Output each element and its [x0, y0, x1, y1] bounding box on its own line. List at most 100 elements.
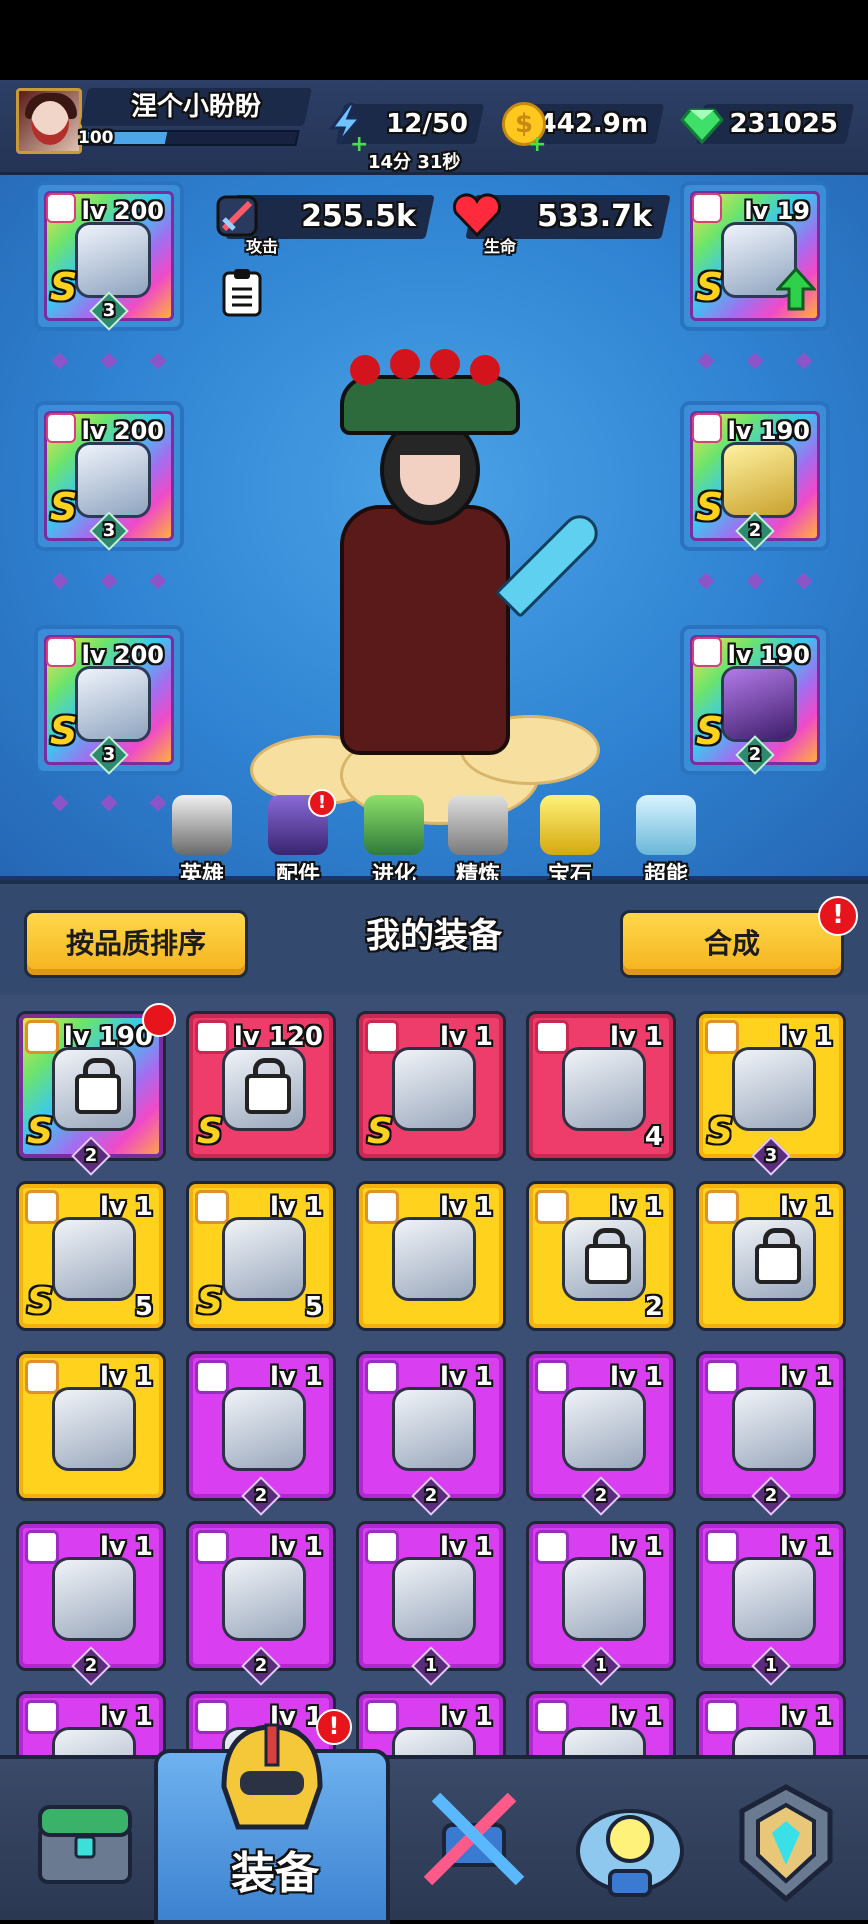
nav-equipment[interactable]: ! 装备 — [160, 1709, 390, 1909]
equipment-item-icon — [395, 1050, 473, 1128]
nav-shop[interactable] — [10, 1777, 160, 1917]
inventory-item[interactable]: lv 1 S — [356, 1011, 506, 1161]
inventory-item[interactable]: lv 1 2 — [696, 1351, 846, 1516]
inventory-item[interactable]: lv 1 S 5 — [16, 1181, 166, 1331]
equipment-item-icon — [225, 1560, 303, 1638]
item-type-icon — [535, 1700, 569, 1734]
slot-gem-dots — [51, 352, 167, 370]
clipboard-icon[interactable] — [220, 267, 264, 319]
slot-level: lv 190 — [727, 641, 810, 669]
item-type-icon — [365, 1360, 399, 1394]
item-stars: 2 — [241, 1476, 281, 1516]
lock-icon — [245, 1058, 291, 1114]
item-level: lv 1 — [99, 1192, 153, 1222]
sort-by-quality-button[interactable]: 按品质排序 — [24, 910, 248, 978]
inventory-item[interactable]: lv 1 — [16, 1351, 166, 1501]
subnav-accessory[interactable]: 配件 ! — [258, 789, 338, 889]
lock-icon — [75, 1058, 121, 1114]
slot-grade: S — [50, 709, 78, 753]
inventory-item[interactable]: lv 1 — [696, 1691, 846, 1755]
slot-grade: S — [696, 485, 724, 529]
equipment-item-icon — [565, 1390, 643, 1468]
lock-icon — [585, 1228, 631, 1284]
item-level: lv 1 — [439, 1702, 493, 1732]
gold-plus-icon[interactable]: + — [528, 132, 546, 157]
item-level: lv 1 — [779, 1702, 833, 1732]
inventory-item[interactable]: lv 190 S 2 — [16, 1011, 166, 1176]
nav-robot[interactable] — [556, 1777, 706, 1917]
item-stars: 1 — [581, 1646, 621, 1686]
subnav-hero[interactable]: 英雄 — [162, 795, 242, 889]
avatar[interactable] — [16, 88, 82, 154]
item-type-icon — [25, 1700, 59, 1734]
slot-level: lv 200 — [81, 641, 164, 669]
equipment-item-icon — [55, 1560, 133, 1638]
equipped-slot-armor[interactable]: lv 19 S — [680, 181, 830, 331]
nav-equipment-label: 装备 — [231, 1848, 319, 1899]
item-level: lv 120 — [233, 1022, 323, 1052]
subnav-superpower[interactable]: 超能 — [626, 795, 706, 889]
equipment-helmet-icon — [221, 1723, 323, 1830]
subnav-evolve[interactable]: 进化 — [354, 795, 434, 889]
nav-battle[interactable] — [400, 1777, 550, 1917]
inventory-item[interactable]: lv 1 — [696, 1181, 846, 1331]
item-level: lv 1 — [99, 1532, 153, 1562]
subnav-gem[interactable]: 宝石 — [530, 795, 610, 889]
item-stars: 2 — [581, 1476, 621, 1516]
equipment-item-icon — [395, 1220, 473, 1298]
slot-level: lv 200 — [81, 197, 164, 225]
item-stars-value: 2 — [424, 1485, 438, 1506]
item-stars: 1 — [411, 1646, 451, 1686]
inventory-item[interactable]: lv 120 S — [186, 1011, 336, 1161]
subnav-refine[interactable]: 精炼 — [438, 795, 518, 889]
inventory-item[interactable]: lv 1 — [356, 1181, 506, 1331]
helmet-type-icon — [46, 413, 76, 443]
inventory-item[interactable]: lv 1 2 — [526, 1351, 676, 1516]
inventory-item[interactable]: lv 1 S 5 — [186, 1181, 336, 1331]
inventory-item[interactable]: lv 1 1 — [356, 1521, 506, 1686]
item-level: lv 1 — [779, 1532, 833, 1562]
inventory-item[interactable]: lv 1 1 — [696, 1521, 846, 1686]
equipped-slot-helmet[interactable]: lv 200 S 3 — [34, 401, 184, 551]
ring-type-icon — [692, 413, 722, 443]
equipment-item-icon — [735, 1730, 813, 1755]
xp-bar — [82, 130, 300, 146]
item-level: lv 1 — [609, 1192, 663, 1222]
item-type-icon — [705, 1020, 739, 1054]
health-label: 生命 — [484, 237, 517, 256]
inventory-item[interactable]: lv 1 2 — [186, 1521, 336, 1686]
superpower-icon — [636, 795, 696, 855]
equipment-item-icon — [735, 1390, 813, 1468]
inventory-item[interactable]: lv 1 1 — [526, 1521, 676, 1686]
equipped-slot-weapon[interactable]: lv 200 S 3 — [34, 181, 184, 331]
item-level: lv 1 — [269, 1362, 323, 1392]
slot-stars-value: 3 — [102, 744, 116, 765]
inventory-item[interactable]: lv 1 4 — [526, 1011, 676, 1161]
inventory-item[interactable]: lv 1 — [526, 1691, 676, 1755]
equipped-slot-gloves[interactable]: lv 200 S 3 — [34, 625, 184, 775]
inventory-item[interactable]: lv 1 S 3 — [696, 1011, 846, 1176]
item-level: lv 1 — [439, 1362, 493, 1392]
item-stars-value: 1 — [594, 1655, 608, 1676]
bottom-nav: ! 装备 — [0, 1709, 868, 1924]
refine-icon — [448, 795, 508, 855]
item-level: lv 1 — [609, 1362, 663, 1392]
merge-button[interactable]: 合成 — [620, 910, 844, 978]
energy-plus-icon[interactable]: + — [350, 132, 368, 157]
inventory-item[interactable]: lv 1 2 — [16, 1521, 166, 1686]
nav-rank[interactable] — [712, 1777, 862, 1917]
slot-gem-dots — [51, 572, 167, 590]
equipped-slot-ring[interactable]: lv 190 S 2 — [680, 401, 830, 551]
inventory-item[interactable]: lv 1 2 — [356, 1351, 506, 1516]
equipment-item-icon — [55, 1390, 133, 1468]
item-type-icon — [25, 1530, 59, 1564]
boots-type-icon — [692, 637, 722, 667]
item-level: lv 1 — [779, 1362, 833, 1392]
item-type-icon — [25, 1190, 59, 1224]
equipped-slot-boots[interactable]: lv 190 S 2 — [680, 625, 830, 775]
hero-icon — [172, 795, 232, 855]
inventory-item[interactable]: lv 1 2 — [186, 1351, 336, 1516]
inventory-item[interactable]: lv 1 2 — [526, 1181, 676, 1331]
item-type-icon — [195, 1360, 229, 1394]
inventory-item[interactable]: lv 1 — [16, 1691, 166, 1755]
